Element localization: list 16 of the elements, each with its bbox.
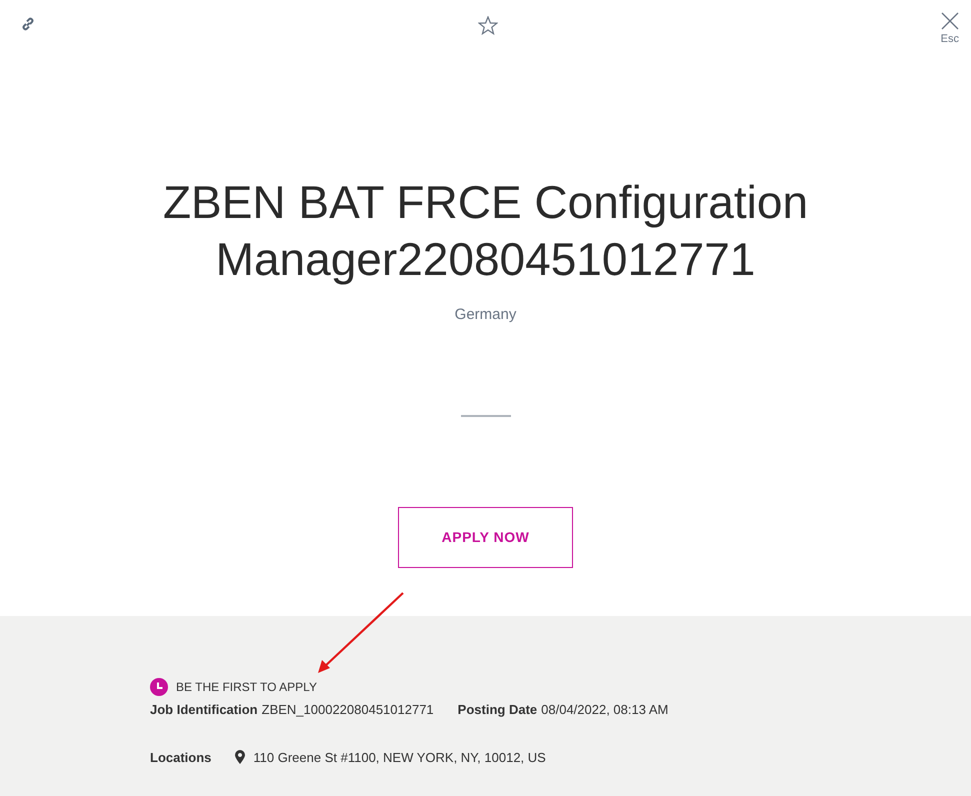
job-country: Germany [454, 305, 516, 325]
field-label: Posting Date [458, 701, 538, 719]
job-title: ZBEN BAT FRCE Configuration Manager22080451012771 [162, 175, 810, 287]
link-icon[interactable] [20, 16, 36, 32]
clock-icon [150, 678, 168, 696]
close-icon[interactable] [940, 12, 959, 30]
field-label: Job Identification [150, 701, 258, 719]
location-text: 110 Greene St #1100, NEW YORK, NY, 10012, US [253, 748, 546, 766]
field-value: 08/04/2022, 08:13 AM [541, 701, 668, 719]
field-label: Locations [150, 748, 212, 766]
star-icon[interactable] [478, 16, 498, 35]
field-value: ZBEN_100022080451012771 [262, 701, 434, 719]
status-text: BE THE FIRST TO APPLY [176, 679, 317, 696]
close-hint: Esc [940, 34, 959, 45]
map-pin-icon [235, 750, 246, 764]
apply-button[interactable]: APPLY NOW [398, 506, 573, 568]
